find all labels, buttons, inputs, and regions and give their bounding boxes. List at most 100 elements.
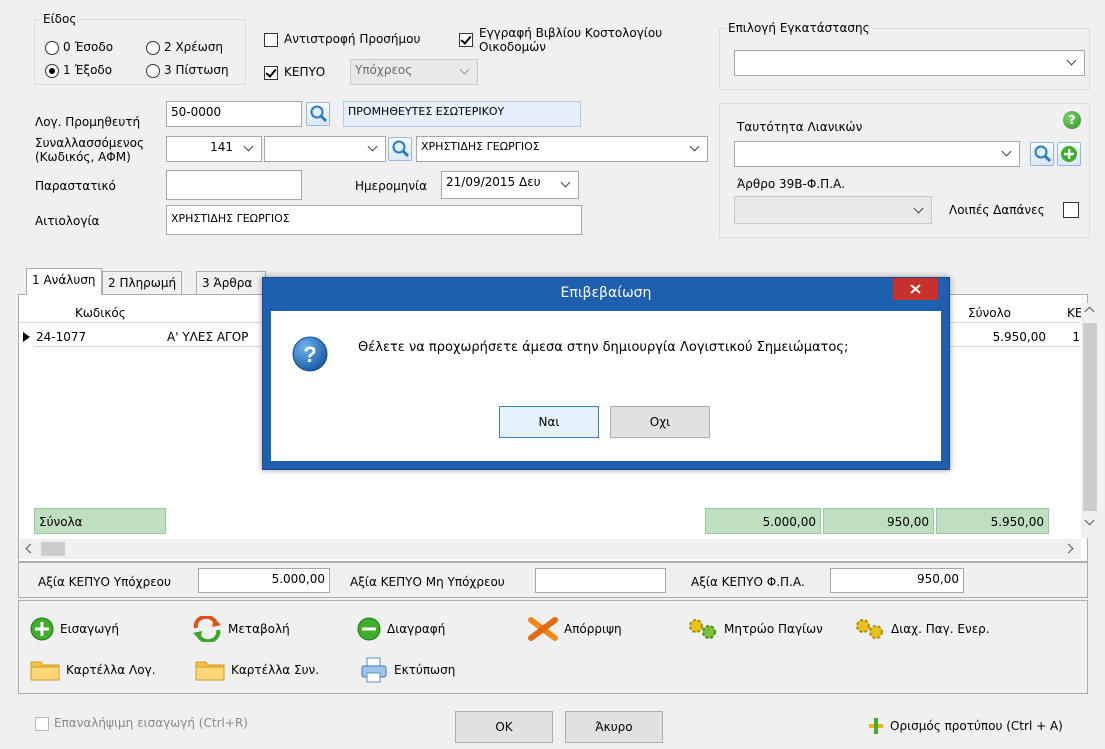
eggrafi-label-line1: Εγγραφή Βιβλίου Κοστολογίου xyxy=(479,26,663,40)
aporripsi-label: Απόρριψη xyxy=(564,622,622,636)
hscroll-thumb[interactable] xyxy=(41,542,65,556)
repeat-label: Επαναλήψιμη εισαγωγή (Ctrl+R) xyxy=(54,716,248,730)
chevron-down-icon xyxy=(914,203,926,215)
mitroo-button[interactable]: Μητρώο Παγίων xyxy=(688,615,823,643)
row-indicator-icon xyxy=(23,332,30,342)
ektyposi-button[interactable]: Εκτύπωση xyxy=(360,656,455,684)
antistrofi-checkbox[interactable] xyxy=(264,33,278,47)
radio-pistosi[interactable] xyxy=(146,64,160,78)
scroll-down-icon[interactable] xyxy=(1084,515,1095,526)
radio-xreosi-label: 2 Χρέωση xyxy=(164,40,224,54)
grid-hscrollbar[interactable] xyxy=(19,539,1081,559)
scroll-left-icon[interactable] xyxy=(25,543,36,554)
grid-header-code[interactable]: Κωδικός xyxy=(75,306,126,320)
log-label: Λογ. Προμηθευτή xyxy=(35,115,141,129)
kepyo-fpa-value: 950,00 xyxy=(917,572,959,586)
metavoli-button[interactable]: Μεταβολή xyxy=(192,615,290,643)
aitiologia-input[interactable]: ΧΡΗΣΤΙΔΗΣ ΓΕΩΡΓΙΟΣ xyxy=(166,205,582,235)
dialog-close-button[interactable] xyxy=(893,278,938,300)
reject-x-icon xyxy=(528,617,558,641)
scroll-right-icon[interactable] xyxy=(1063,543,1074,554)
gears-icon xyxy=(856,619,883,639)
search-icon xyxy=(392,140,410,158)
hmeromhnia-picker[interactable]: 21/09/2015 Δευ xyxy=(441,171,579,199)
grid-row-total[interactable]: 5.950,00 xyxy=(960,330,1046,344)
syn-search-button[interactable] xyxy=(388,137,412,161)
template-button[interactable]: Ορισμός προτύπου (Ctrl + A) xyxy=(866,715,1063,737)
ok-button[interactable]: ΟΚ xyxy=(455,711,553,743)
parastatiko-label: Παραστατικό xyxy=(35,179,116,193)
repeat-checkbox[interactable] xyxy=(35,717,49,731)
tab-analysi[interactable]: 1 Ανάλυση xyxy=(26,268,102,295)
dialog-titlebar[interactable]: Επιβεβαίωση xyxy=(263,278,949,311)
radio-exodo-label: 1 Έξοδο xyxy=(63,63,113,77)
add-icon xyxy=(30,617,54,641)
diax-label: Διαχ. Παγ. Ενερ. xyxy=(891,622,990,636)
syn-code-value: 141 xyxy=(210,140,233,154)
kepyo-fpa-input[interactable]: 950,00 xyxy=(830,568,964,593)
eidos-legend: Είδος xyxy=(41,12,79,26)
syn-label-line1: Συναλλασσόμενος xyxy=(35,136,145,150)
scroll-thumb[interactable] xyxy=(1083,323,1097,511)
kartela-log-label: Καρτέλλα Λογ. xyxy=(66,663,156,677)
cancel-button[interactable]: Άκυρο xyxy=(565,711,663,743)
tab-analysi-label: 1 Ανάλυση xyxy=(32,273,96,287)
syn-code-select[interactable]: 141 xyxy=(166,136,262,162)
loipes-checkbox[interactable] xyxy=(1063,202,1079,218)
tab-pliromi-label: 2 Πληρωμή xyxy=(108,276,177,290)
dialog-yes-button[interactable]: Ναι xyxy=(499,406,599,438)
kepyo-type-value: Υπόχρεος xyxy=(355,63,413,77)
add-icon xyxy=(1061,146,1077,162)
tautotita-search-button[interactable] xyxy=(1030,142,1054,166)
syn-name-select[interactable]: ΧΡΗΣΤΙΔΗΣ ΓΕΩΡΓΙΟΣ xyxy=(416,136,708,162)
eggrafi-checkbox[interactable] xyxy=(459,33,473,47)
dialog-no-button[interactable]: Οχι xyxy=(610,406,710,438)
radio-exodo[interactable] xyxy=(45,64,59,78)
tautotita-select[interactable] xyxy=(734,141,1020,167)
arthro-label: Άρθρο 39Β-Φ.Π.Α. xyxy=(737,177,845,191)
egkatastasi-select[interactable] xyxy=(734,50,1085,76)
arthro-select[interactable] xyxy=(734,196,932,224)
grid-header-total[interactable]: Σύνολο xyxy=(968,306,1011,320)
tab-arthra[interactable]: 3 Άρθρα xyxy=(196,271,266,295)
grid-row-code[interactable]: 24-1077 xyxy=(36,330,86,344)
eisagogi-button[interactable]: Εισαγωγή xyxy=(30,615,119,643)
tab-pliromi[interactable]: 2 Πληρωμή xyxy=(102,271,183,295)
pin-icon xyxy=(869,718,883,734)
kepyo-mi-ypoxreou-input[interactable] xyxy=(535,568,666,593)
log-search-button[interactable] xyxy=(306,102,330,126)
radio-xreosi[interactable] xyxy=(146,41,160,55)
ok-label: ΟΚ xyxy=(495,720,513,734)
aitiologia-value: ΧΡΗΣΤΙΔΗΣ ΓΕΩΡΓΙΟΣ xyxy=(171,212,290,225)
kartela-log-button[interactable]: Καρτέλλα Λογ. xyxy=(30,656,156,684)
diagrafi-button[interactable]: Διαγραφή xyxy=(357,615,445,643)
help-icon[interactable]: ? xyxy=(1063,111,1081,129)
grid-row-k[interactable]: 1 xyxy=(1064,330,1080,344)
tautotita-add-button[interactable] xyxy=(1057,142,1081,166)
totals-cell-2: 950,00 xyxy=(823,508,934,534)
kartela-syn-button[interactable]: Καρτέλλα Συν. xyxy=(195,656,319,684)
dialog-yes-label: Ναι xyxy=(538,415,560,429)
radio-esodo[interactable] xyxy=(45,41,59,55)
radio-esodo-label: 0 Έσοδο xyxy=(63,40,114,54)
grid-header-k[interactable]: ΚΕ xyxy=(1067,306,1081,320)
parastatiko-input[interactable] xyxy=(166,170,302,200)
mitroo-label: Μητρώο Παγίων xyxy=(724,622,823,636)
chevron-down-icon xyxy=(690,141,702,153)
kepyo-checkbox[interactable] xyxy=(264,66,278,80)
kepyo-ypoxreou-input[interactable]: 5.000,00 xyxy=(198,568,330,593)
chevron-down-icon xyxy=(368,141,380,153)
scroll-up-icon[interactable] xyxy=(1084,306,1095,317)
metavoli-label: Μεταβολή xyxy=(228,622,290,636)
grid-row-desc[interactable]: Α' ΥΛΕΣ ΑΓΟΡ xyxy=(167,330,262,344)
kepyo-type-select[interactable]: Υπόχρεος xyxy=(350,59,478,85)
diax-button[interactable]: Διαχ. Παγ. Ενερ. xyxy=(855,615,990,643)
search-icon xyxy=(1034,145,1052,163)
grid-vscrollbar[interactable] xyxy=(1081,303,1099,538)
total-value-2: 950,00 xyxy=(887,515,929,529)
aporripsi-button[interactable]: Απόρριψη xyxy=(528,615,622,643)
kepyo-fpa-label: Αξία ΚΕΠΥΟ Φ.Π.Α. xyxy=(691,575,805,589)
log-name-input: ΠΡΟΜΗΘΕΥΤΕΣ ΕΣΩΤΕΡΙΚΟΥ xyxy=(343,101,581,127)
syn-afm-select[interactable] xyxy=(264,136,386,162)
log-code-input[interactable]: 50-0000 xyxy=(166,101,302,127)
